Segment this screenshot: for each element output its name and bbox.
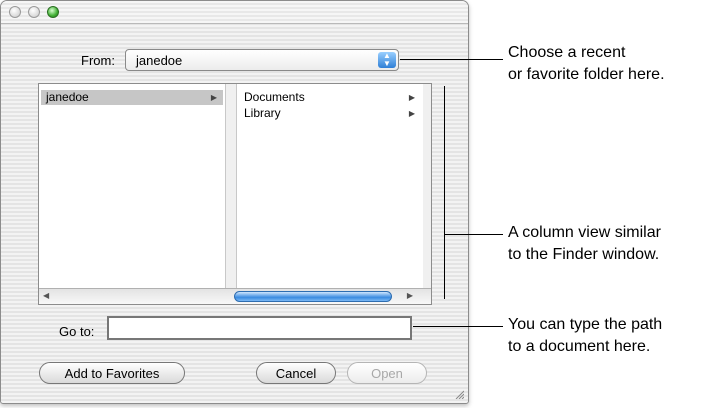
horizontal-scrollbar[interactable]: ◀ ▶: [39, 288, 431, 304]
callout-line-2: to the Finder window.: [508, 246, 660, 263]
from-folder-value: janedoe: [136, 53, 183, 68]
scroll-thumb[interactable]: [234, 291, 392, 302]
minimize-window-icon[interactable]: [28, 6, 40, 18]
disclosure-triangle-icon: ▶: [408, 93, 415, 102]
callout-line-2: to a document here.: [508, 338, 651, 355]
callout-text-goto: You can type the path to a document here…: [508, 314, 662, 358]
disclosure-triangle-icon: ▶: [408, 109, 415, 118]
callout-text-popup: Choose a recent or favorite folder here.: [508, 42, 665, 86]
close-window-icon[interactable]: [9, 6, 21, 18]
open-dialog-window: From: janedoe ▲ ▼ janedoe ▶ Documents ▶ L…: [0, 0, 469, 404]
add-to-favorites-button[interactable]: Add to Favorites: [39, 362, 185, 384]
browser-column-2[interactable]: Documents ▶ Library ▶: [236, 84, 424, 288]
callout-text-browser: A column view similar to the Finder wind…: [508, 222, 661, 266]
title-bar: [1, 1, 468, 24]
list-item[interactable]: janedoe ▶: [41, 90, 223, 105]
callout-line-popup: [400, 59, 503, 60]
zoom-window-icon[interactable]: [47, 6, 59, 18]
callout-line-1: Choose a recent: [508, 44, 626, 61]
open-button[interactable]: Open: [347, 362, 427, 384]
list-item-label: janedoe: [46, 90, 89, 104]
cancel-button[interactable]: Cancel: [256, 362, 336, 384]
callout-line-1: A column view similar: [508, 224, 661, 241]
callout-line-1: You can type the path: [508, 316, 663, 333]
goto-path-input[interactable]: [107, 316, 412, 340]
list-item[interactable]: Library ▶: [239, 106, 421, 121]
callout-line-goto: [413, 326, 503, 327]
disclosure-triangle-icon: ▶: [210, 93, 217, 102]
list-item-label: Documents: [244, 90, 305, 104]
callout-line-2: or favorite folder here.: [508, 66, 665, 83]
column-divider[interactable]: [423, 84, 431, 288]
from-folder-popup[interactable]: janedoe ▲ ▼: [125, 49, 399, 71]
browser-column-1[interactable]: janedoe ▶: [39, 84, 226, 288]
scroll-left-arrow-icon[interactable]: ◀: [43, 291, 49, 300]
list-item[interactable]: Documents ▶: [239, 90, 421, 105]
list-item-label: Library: [244, 106, 281, 120]
callout-line-browser: [444, 234, 503, 235]
column-browser: janedoe ▶ Documents ▶ Library ▶ ◀ ▶: [38, 83, 432, 305]
resize-grip-icon[interactable]: [454, 389, 464, 399]
callout-bracket-browser: [444, 86, 445, 299]
goto-label: Go to:: [59, 324, 95, 339]
updown-arrows-icon: ▲ ▼: [378, 52, 396, 68]
from-label: From:: [81, 53, 115, 68]
scroll-right-arrow-icon[interactable]: ▶: [407, 291, 413, 300]
column-divider[interactable]: [226, 84, 236, 288]
